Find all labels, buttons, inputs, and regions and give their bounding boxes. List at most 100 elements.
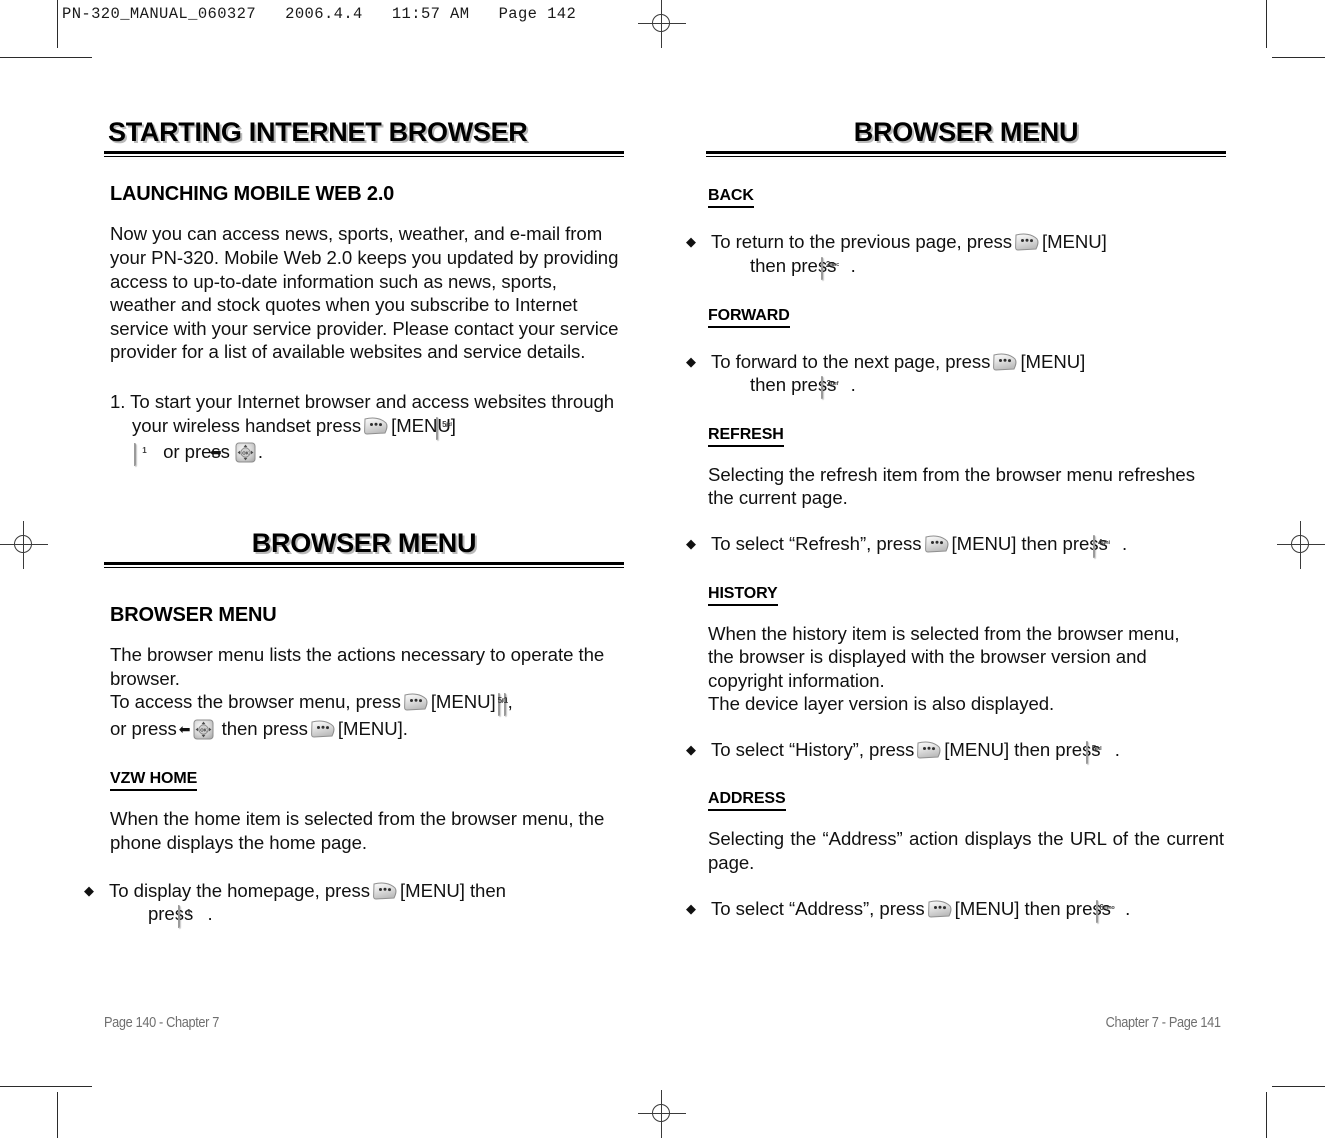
paragraph-intro: Now you can access news, sports, weather…: [110, 223, 619, 363]
crop-mark-top-left-horizontal: [0, 57, 92, 58]
crop-mark-bottom-right-horizontal: [1272, 1086, 1325, 1087]
banner-rule-thick: [104, 151, 624, 155]
bullet-back-text-b: then press: [750, 254, 837, 276]
heading-refresh: REFRESH: [708, 426, 784, 447]
bullet-forward-text-a: To forward to the next page, press: [711, 350, 991, 372]
crop-mark-bottom-left-horizontal: [0, 1086, 92, 1087]
heading-refresh-wrap: REFRESH: [708, 426, 1226, 447]
menu-softkey-icon[interactable]: [992, 352, 1018, 373]
arrow-left-icon: ⬅: [178, 720, 191, 737]
menu-softkey-icon[interactable]: [403, 692, 429, 713]
bullet-vzw-menu-label: [MENU] then: [400, 879, 506, 901]
bullet-refresh-text-a: To select “Refresh”, press: [711, 532, 922, 554]
history-para-line-2: The device layer version is also display…: [708, 693, 1055, 715]
bullet-history-menu-label: [MENU] then press: [944, 738, 1101, 760]
paragraph-vzw-home: When the home item is selected from the …: [110, 808, 605, 853]
menu-softkey-icon[interactable]: [363, 416, 389, 437]
paragraph-browser-menu: The browser menu lists the actions neces…: [110, 643, 626, 740]
manual-page: PN-320_MANUAL_060327 2006.4.4 11:57 AM P…: [0, 0, 1325, 1138]
browser-menu-line-3a: or press: [110, 717, 177, 739]
menu-softkey-icon[interactable]: [1014, 232, 1040, 253]
browser-menu-line-2a: To access the browser menu, press: [110, 691, 401, 713]
footer-left: Page 140 - Chapter 7: [104, 1015, 219, 1031]
heading-back: BACK: [708, 187, 754, 209]
step-1-text-a: 1. To start your Internet browser and ac…: [110, 390, 615, 436]
crop-mark-top-right-vertical: [1266, 0, 1267, 48]
paragraph-refresh: Selecting the refresh item from the brow…: [708, 463, 1195, 509]
bullet-vzw-text-a: To display the homepage, press: [109, 879, 371, 901]
heading-vzw-home-wrap: VZW HOME: [110, 770, 624, 792]
footer-right: Chapter 7 - Page 141: [1106, 1015, 1221, 1031]
banner-title: STARTING INTERNET BROWSER: [108, 117, 528, 147]
crop-mark-top-left-vertical: [57, 0, 58, 48]
bullet-history-period: .: [1114, 738, 1120, 760]
bullet-refresh-menu-label: [MENU] then press: [951, 532, 1108, 554]
registration-mark-top: [638, 0, 686, 48]
bullet-forward-menu-label: [MENU]: [1020, 350, 1086, 372]
menu-softkey-icon[interactable]: [916, 740, 942, 761]
registration-mark-left: [0, 521, 48, 569]
bullet-address-period: .: [1125, 897, 1131, 919]
heading-browser-menu: BROWSER MENU: [110, 604, 277, 627]
menu-softkey-icon[interactable]: [310, 719, 336, 740]
heading-launching-mobile-web: LAUNCHING MOBILE WEB 2.0: [110, 183, 395, 206]
banner-title-right: BROWSER MENU: [853, 117, 1079, 147]
navigation-pad-icon[interactable]: OK: [193, 719, 214, 740]
bullet-refresh: ◆ To select “Refresh”, press [MENU] then p…: [686, 532, 1246, 559]
banner-right-rule-thick: [706, 151, 1226, 155]
browser-menu-line-1: The browser menu lists the actions neces…: [110, 644, 605, 689]
step-1-period: .: [257, 441, 264, 463]
bullet-forward-text-b: then press: [750, 374, 837, 396]
heading-back-wrap: BACK: [708, 187, 1226, 209]
heading-vzw-home: VZW HOME: [110, 770, 197, 792]
svg-text:OK: OK: [242, 450, 249, 455]
step-1: 1. To start your Internet browser and ac…: [110, 390, 637, 467]
right-column: BROWSER MENU BACK ◆ To return to the prev…: [686, 117, 1226, 923]
browser-menu-menu-label-2: [MENU].: [337, 717, 408, 739]
menu-softkey-icon[interactable]: [372, 881, 398, 902]
crop-mark-top-right-horizontal: [1272, 57, 1325, 58]
crop-mark-bottom-left-vertical: [57, 1092, 58, 1138]
left-column: STARTING INTERNET BROWSER LAUNCHING MOBI…: [84, 117, 626, 929]
banner-starting-internet-browser: STARTING INTERNET BROWSER: [104, 117, 624, 158]
bullet-history-text-a: To select “History”, press: [711, 738, 915, 760]
heading-forward-wrap: FORWARD: [708, 307, 1226, 328]
bullet-back: ◆ To return to the previous page, press [M…: [686, 230, 1242, 280]
heading-history-wrap: HISTORY: [708, 585, 1226, 606]
bullet-forward-period: .: [850, 374, 856, 396]
paragraph-address: Selecting the “Address” action displays …: [708, 828, 1224, 874]
bullet-history: ◆ To select “History”, press [MENU] then p…: [686, 738, 1246, 765]
browser-menu-line-3b: then press: [221, 717, 308, 739]
menu-softkey-icon[interactable]: [924, 534, 950, 555]
banner-rule-thin: [104, 156, 624, 158]
key-5-icon[interactable]: 5jkl: [497, 693, 507, 717]
banner-2-rule-thin: [104, 567, 624, 569]
bullet-back-text-a: To return to the previous page, press: [711, 231, 1012, 253]
key-1-icon[interactable]: 1: [503, 693, 508, 717]
navigation-pad-icon[interactable]: OK: [235, 442, 256, 463]
crop-mark-bottom-right-vertical: [1266, 1092, 1267, 1138]
heading-history: HISTORY: [708, 585, 778, 606]
bullet-forward: ◆ To forward to the next page, press [MENU…: [686, 350, 1242, 400]
banner-right-rule-thin: [706, 156, 1226, 158]
print-job-slug: PN-320_MANUAL_060327 2006.4.4 11:57 AM P…: [62, 5, 577, 23]
bullet-vzw-home: ◆ To display the homepage, press [MENU] th…: [84, 879, 644, 929]
bullet-vzw-period: .: [207, 903, 213, 925]
registration-mark-right: [1277, 521, 1325, 569]
bullet-back-period: .: [850, 254, 856, 276]
banner-browser-menu-left: BROWSER MENU: [104, 528, 624, 569]
bullet-address-text-a: To select “Address”, press: [711, 897, 925, 919]
browser-menu-menu-label: [MENU]: [430, 691, 496, 713]
svg-text:OK: OK: [201, 727, 208, 732]
menu-softkey-icon[interactable]: [927, 899, 953, 920]
heading-forward: FORWARD: [708, 307, 790, 328]
bullet-back-menu-label: [MENU]: [1042, 231, 1107, 253]
heading-address-wrap: ADDRESS: [708, 790, 1226, 812]
registration-mark-bottom: [638, 1090, 686, 1138]
history-para-line-1: When the history item is selected from t…: [708, 622, 1180, 691]
banner-browser-menu-right: BROWSER MENU: [706, 117, 1226, 158]
bullet-address-menu-label: [MENU] then press: [954, 897, 1111, 919]
bullet-refresh-period: .: [1122, 532, 1128, 554]
banner-2-rule-thick: [104, 562, 624, 566]
bullet-address: ◆ To select “Address”, press [MENU] then p…: [686, 897, 1246, 924]
